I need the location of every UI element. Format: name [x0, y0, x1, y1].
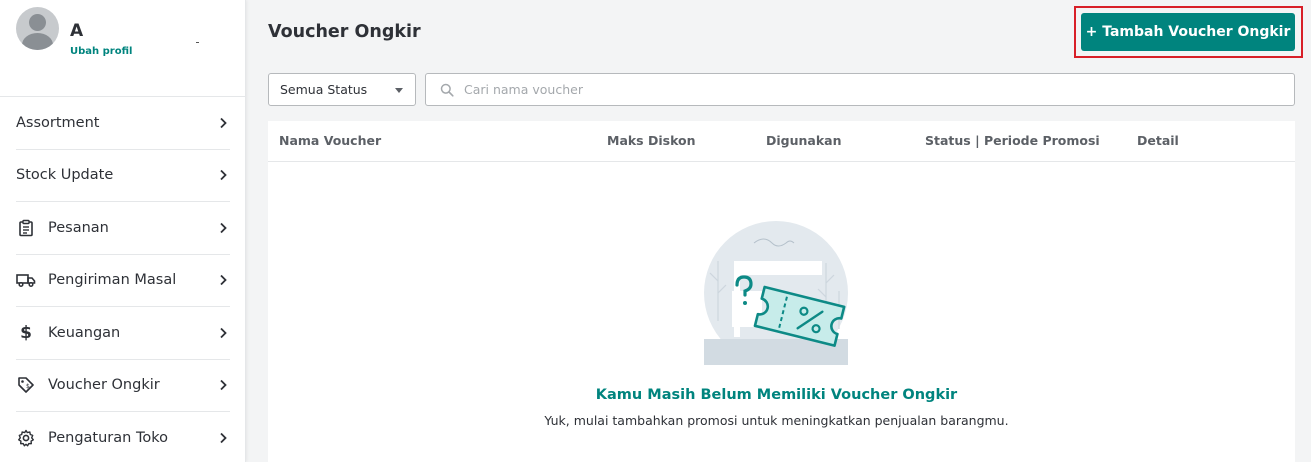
sidebar-item-assortment[interactable]: Assortment	[16, 97, 230, 150]
sidebar-item-stock-update[interactable]: Stock Update	[16, 150, 230, 202]
page-title: Voucher Ongkir	[268, 22, 421, 42]
sidebar-item-label: Pesanan	[48, 219, 109, 236]
sidebar-item-keuangan[interactable]: $ Keuangan	[16, 307, 230, 360]
sidebar-menu: Assortment Stock Update Pesanan Pengirim…	[0, 97, 246, 462]
column-header-digunakan: Digunakan	[766, 133, 842, 148]
voucher-tag-icon: $	[16, 375, 36, 395]
empty-voucher-illustration	[704, 221, 848, 365]
sidebar-item-label: Keuangan	[48, 324, 121, 341]
chevron-right-icon	[220, 170, 227, 181]
avatar-body	[22, 33, 53, 50]
sidebar-item-pengiriman-masal[interactable]: Pengiriman Masal	[16, 255, 230, 307]
profile-section: A Ubah profil	[0, 0, 246, 97]
column-header-nama-voucher: Nama Voucher	[279, 133, 382, 148]
sidebar-item-voucher-ongkir[interactable]: $ Voucher Ongkir	[16, 360, 230, 412]
empty-state-title: Kamu Masih Belum Memiliki Voucher Ongkir	[595, 387, 958, 403]
chevron-right-icon	[220, 275, 227, 286]
status-filter-value: Semua Status	[280, 82, 368, 97]
column-header-status-periode: Status | Periode Promosi	[925, 133, 1100, 148]
column-header-maks-diskon: Maks Diskon	[607, 133, 696, 148]
status-filter-select[interactable]: Semua Status	[268, 73, 416, 106]
sidebar: A Ubah profil Assortment Stock Update Pe…	[0, 0, 246, 462]
caret-down-icon	[395, 88, 403, 93]
chevron-right-icon	[220, 433, 227, 444]
search-box	[425, 73, 1295, 106]
avatar-head	[29, 14, 46, 31]
add-voucher-button[interactable]: + Tambah Voucher Ongkir	[1081, 13, 1295, 51]
gear-icon	[16, 428, 36, 448]
sidebar-item-pesanan[interactable]: Pesanan	[16, 202, 230, 255]
chevron-right-icon	[220, 327, 227, 338]
truck-icon	[16, 270, 36, 290]
clipboard-icon	[16, 218, 36, 238]
svg-text:$: $	[26, 383, 30, 390]
sidebar-item-label: Assortment	[16, 114, 100, 131]
edit-profile-link[interactable]: Ubah profil	[70, 45, 132, 58]
empty-state-subtitle: Yuk, mulai tambahkan promosi untuk menin…	[544, 413, 1009, 428]
chevron-right-icon	[220, 222, 227, 233]
sidebar-item-label: Pengiriman Masal	[48, 272, 177, 289]
sidebar-item-label: Voucher Ongkir	[48, 377, 160, 394]
sidebar-item-label: Pengaturan Toko	[48, 430, 168, 447]
sidebar-item-label: Stock Update	[16, 167, 114, 184]
profile-name: A	[70, 21, 84, 41]
search-icon	[440, 83, 454, 97]
column-header-detail: Detail	[1137, 133, 1179, 148]
table-header: Nama Voucher Maks Diskon Digunakan Statu…	[268, 121, 1295, 162]
dollar-icon: $	[20, 322, 32, 343]
profile-dot	[196, 42, 199, 43]
avatar[interactable]	[16, 7, 59, 50]
sidebar-item-pengaturan-toko[interactable]: Pengaturan Toko	[16, 412, 230, 462]
search-input[interactable]	[464, 82, 1264, 97]
chevron-right-icon	[220, 380, 227, 391]
chevron-right-icon	[220, 117, 227, 128]
voucher-table: Nama Voucher Maks Diskon Digunakan Statu…	[268, 121, 1295, 462]
